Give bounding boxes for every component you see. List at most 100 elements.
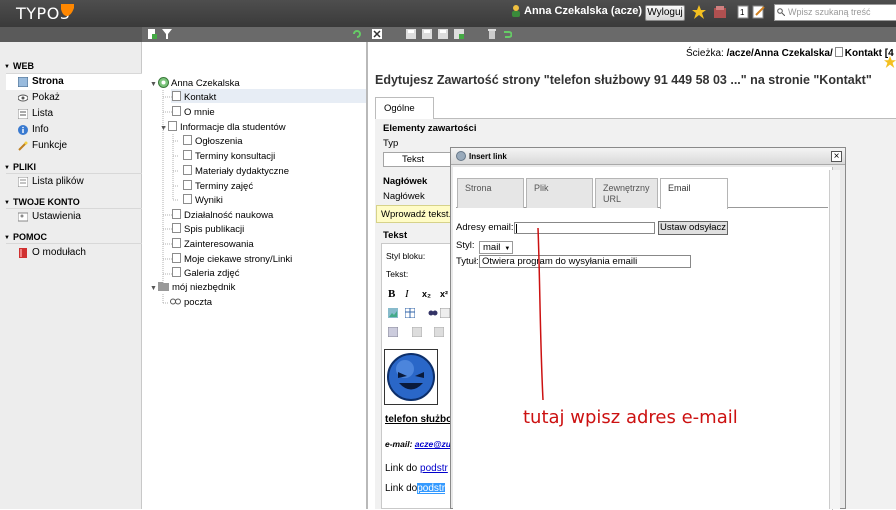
- tab-external-url[interactable]: Zewnętrzny URL: [595, 178, 658, 208]
- module-settings[interactable]: Ustawienia: [6, 209, 142, 225]
- collapse-arrow-icon[interactable]: ▼: [160, 123, 168, 135]
- filter-icon[interactable]: [162, 29, 172, 39]
- bookmark-star-icon[interactable]: [692, 5, 706, 19]
- tab-file[interactable]: Plik: [526, 178, 593, 208]
- close-doc-icon[interactable]: [372, 29, 382, 39]
- module-info[interactable]: Info: [6, 122, 142, 138]
- collapse-arrow-icon[interactable]: ▼: [150, 79, 158, 91]
- table-icon[interactable]: [405, 308, 415, 318]
- collapse-arrow-icon[interactable]: ▼: [150, 283, 158, 295]
- spellcheck-icon[interactable]: [440, 308, 450, 318]
- undo-icon[interactable]: [502, 29, 512, 39]
- section-content-elements: Elementy zawartości: [383, 123, 477, 134]
- tab-general[interactable]: Ogólne: [375, 97, 434, 119]
- bold-button[interactable]: B: [388, 288, 395, 300]
- module-filelist[interactable]: Lista plików: [6, 174, 142, 190]
- module-list[interactable]: Lista: [6, 106, 142, 122]
- section-account[interactable]: TWOJE KONTO: [4, 197, 80, 207]
- close-button[interactable]: ×: [831, 151, 842, 162]
- module-about[interactable]: O modułach: [6, 245, 142, 261]
- link-prefix: Link do: [385, 483, 418, 494]
- content-email-line: e-mail: acze@zut: [385, 439, 454, 449]
- new-page-icon[interactable]: [147, 29, 157, 39]
- email-input[interactable]: [514, 222, 655, 234]
- module-label: Funkcje: [32, 140, 68, 151]
- tree-node-terminy-zajec[interactable]: Terminy zajęć: [183, 180, 253, 193]
- tree-node-o-mnie[interactable]: O mnie: [172, 106, 215, 119]
- subscript-button[interactable]: x₂: [422, 289, 431, 299]
- module-functions[interactable]: Funkcje: [6, 138, 142, 154]
- save-close-icon[interactable]: [454, 29, 464, 39]
- header-field-label: Nagłówek: [383, 191, 425, 202]
- image-icon[interactable]: [388, 308, 398, 318]
- save-new-icon[interactable]: [438, 29, 448, 39]
- page-icon: [183, 194, 192, 204]
- content-image[interactable]: [384, 349, 438, 405]
- dialog-titlebar[interactable]: Insert link: [451, 148, 845, 165]
- user-settings-icon: [18, 212, 28, 222]
- subpage-link[interactable]: podstr: [420, 463, 448, 474]
- tree-node-poczta[interactable]: poczta: [170, 297, 212, 309]
- italic-button[interactable]: I: [405, 288, 409, 300]
- refresh-icon[interactable]: [352, 29, 362, 39]
- search-input[interactable]: Wpisz szukaną treść: [774, 4, 896, 21]
- user-name[interactable]: Anna Czekalska (acze): [510, 5, 642, 17]
- tree-node-wyniki[interactable]: Wyniki: [183, 194, 223, 207]
- cell-props-icon[interactable]: [434, 327, 444, 337]
- title-label: Tytuł:: [456, 256, 479, 267]
- row-props-icon[interactable]: [412, 327, 422, 337]
- set-link-button[interactable]: Ustaw odsyłacz: [658, 221, 728, 235]
- section-web[interactable]: WEB: [4, 61, 34, 71]
- eye-icon: [18, 94, 28, 102]
- page-icon: [172, 238, 181, 248]
- content-title: telefon służbo: [385, 414, 453, 425]
- tree-node-zainteresowania[interactable]: Zainteresowania: [172, 238, 254, 251]
- style-select[interactable]: mail ▼: [479, 241, 513, 254]
- find-replace-icon[interactable]: [428, 308, 438, 318]
- tree-node-label: Spis publikacji: [184, 224, 245, 235]
- tree-node-terminy-konsultacji[interactable]: Terminy konsultacji: [183, 150, 275, 163]
- tree-node-galeria[interactable]: Galeria zdjęć: [172, 267, 239, 280]
- tree-root-node[interactable]: ▼ Anna Czekalska: [150, 77, 240, 91]
- table-props-icon[interactable]: [388, 327, 398, 337]
- tree-node-linki[interactable]: Moje ciekawe strony/Linki: [172, 253, 292, 266]
- tree-node-dzialalnosc[interactable]: Działalność naukowa: [172, 209, 273, 222]
- logout-button[interactable]: Wyloguj: [645, 5, 685, 21]
- selected-subpage-link[interactable]: podstr: [417, 483, 446, 494]
- section-help[interactable]: POMOC: [4, 232, 47, 242]
- tab-email[interactable]: Email: [660, 178, 728, 209]
- tree-node-label: Galeria zdjęć: [184, 268, 240, 279]
- bookmark-star-icon[interactable]: [884, 56, 896, 68]
- tree-node-label: Informacje dla studentów: [180, 122, 286, 133]
- type-select[interactable]: Tekst: [383, 152, 453, 167]
- save-view-icon[interactable]: [422, 29, 432, 39]
- tree-node-kontakt[interactable]: Kontakt: [172, 91, 216, 104]
- breadcrumb-path[interactable]: /acze/Anna Czekalska/: [727, 48, 833, 59]
- clipboard-icon[interactable]: 1: [737, 5, 751, 19]
- superscript-button[interactable]: x²: [440, 289, 448, 299]
- save-icon[interactable]: [406, 29, 416, 39]
- workspace-icon[interactable]: [713, 5, 727, 19]
- edit-doc-icon[interactable]: [752, 5, 766, 19]
- dialog-title: Insert link: [469, 152, 507, 161]
- delete-icon[interactable]: [487, 29, 497, 39]
- tree-node-ogloszenia[interactable]: Ogłoszenia: [183, 135, 243, 148]
- tree-node-label: Materiały dydaktyczne: [195, 166, 289, 177]
- text-section-title: Tekst: [383, 230, 408, 241]
- tree-node-label: Zainteresowania: [184, 239, 254, 250]
- module-view[interactable]: Pokaż: [6, 90, 142, 106]
- dialog-scrollbar[interactable]: [829, 170, 840, 509]
- tree-node-materialy[interactable]: Materiały dydaktyczne: [183, 165, 289, 178]
- tree-node-folder[interactable]: ▼ mój niezbędnik: [150, 282, 235, 295]
- tree-toolbar: [142, 27, 368, 42]
- tab-page[interactable]: Strona: [457, 178, 524, 208]
- tree-node-spis[interactable]: Spis publikacji: [172, 223, 244, 236]
- email-link[interactable]: acze@zut: [415, 439, 454, 449]
- module-page[interactable]: Strona: [6, 74, 142, 90]
- page-icon: [172, 209, 181, 219]
- title-input[interactable]: Otwiera program do wysyłania emaili: [479, 255, 691, 268]
- page-icon: [168, 121, 177, 131]
- tree-node-informacje[interactable]: ▼ Informacje dla studentów: [160, 121, 286, 135]
- section-files[interactable]: PLIKI: [4, 162, 36, 172]
- module-menu: WEB Strona Pokaż Lista Info Funkcje PLIK…: [0, 42, 142, 509]
